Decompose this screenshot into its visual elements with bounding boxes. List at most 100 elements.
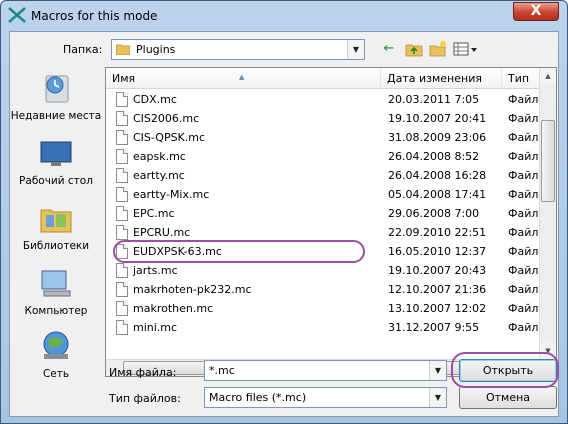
libraries-icon bbox=[40, 209, 72, 233]
sort-ascending-icon: ▲ bbox=[239, 73, 245, 81]
file-name: makrothen.mc bbox=[133, 302, 214, 315]
file-list[interactable]: Имя ▲ Дата изменения Тип CDX.mc 20.03.201… bbox=[105, 67, 557, 377]
file-name: mini.mc bbox=[133, 321, 178, 334]
view-menu-icon[interactable] bbox=[452, 40, 478, 58]
table-row[interactable]: CDX.mc 20.03.2011 7:05 Файл ' bbox=[106, 90, 541, 109]
filetype-label: Тип файлов: bbox=[109, 392, 181, 405]
file-date: 31.12.2007 9:55 bbox=[388, 321, 480, 334]
file-icon bbox=[116, 168, 128, 183]
file-icon bbox=[116, 263, 128, 278]
file-icon bbox=[116, 187, 128, 202]
filename-label: Имя файла: bbox=[109, 366, 177, 379]
chevron-down-icon[interactable]: ▼ bbox=[429, 388, 446, 407]
file-type: Файл ' bbox=[508, 131, 541, 144]
column-header-date[interactable]: Дата изменения bbox=[381, 68, 502, 89]
file-icon bbox=[116, 149, 128, 164]
table-row[interactable]: eartty.mc 26.04.2008 16:28 Файл ' bbox=[106, 166, 541, 185]
file-type: Файл ' bbox=[508, 207, 541, 220]
file-icon bbox=[116, 301, 128, 316]
file-icon bbox=[116, 320, 128, 335]
computer-icon bbox=[41, 270, 71, 297]
file-type: Файл ' bbox=[508, 188, 541, 201]
file-type: Файл ' bbox=[508, 283, 541, 296]
file-name: EPCRU.mc bbox=[133, 226, 191, 239]
place-recent[interactable]: Недавние места bbox=[10, 72, 102, 123]
chevron-down-icon[interactable]: ▼ bbox=[429, 361, 446, 380]
close-button[interactable]: X bbox=[513, 2, 559, 21]
lookin-label: Папка: bbox=[63, 43, 103, 56]
table-row[interactable]: EUDXPSK-63.mc 16.05.2010 12:37 Файл ' bbox=[106, 242, 541, 261]
table-row[interactable]: CIS-QPSK.mc 31.08.2009 23:06 Файл ' bbox=[106, 128, 541, 147]
file-type: Файл ' bbox=[508, 112, 541, 125]
new-folder-icon[interactable] bbox=[428, 40, 448, 58]
file-name: EPC.mc bbox=[133, 207, 175, 220]
file-rows: CDX.mc 20.03.2011 7:05 Файл ' CIS2006.mc 19.… bbox=[106, 90, 541, 360]
filetype-value: Macro files (*.mc) bbox=[209, 391, 307, 404]
file-date: 26.04.2008 8:52 bbox=[388, 150, 480, 163]
file-type: Файл ' bbox=[508, 93, 541, 106]
place-computer[interactable]: Компьютер bbox=[10, 267, 102, 318]
file-name: CIS-QPSK.mc bbox=[133, 131, 206, 144]
recent-places-icon bbox=[45, 75, 69, 103]
folder-icon bbox=[116, 44, 130, 55]
open-button[interactable]: Открыть bbox=[459, 359, 557, 382]
desktop-icon bbox=[40, 141, 72, 166]
file-date: 29.06.2008 7:00 bbox=[388, 207, 480, 220]
column-header-type[interactable]: Тип bbox=[502, 68, 542, 89]
cancel-button[interactable]: Отмена bbox=[459, 386, 557, 409]
file-icon bbox=[116, 206, 128, 221]
file-date: 22.09.2010 22:51 bbox=[388, 226, 487, 239]
app-icon bbox=[8, 7, 26, 23]
place-label: Рабочий стол bbox=[19, 175, 93, 187]
column-header-name[interactable]: Имя ▲ bbox=[106, 68, 381, 89]
table-row[interactable]: CIS2006.mc 19.10.2007 20:41 Файл ' bbox=[106, 109, 541, 128]
file-name: eartty.mc bbox=[133, 169, 185, 182]
file-type: Файл ' bbox=[508, 226, 541, 239]
file-name: CDX.mc bbox=[133, 93, 177, 106]
table-row[interactable]: eapsk.mc 26.04.2008 8:52 Файл ' bbox=[106, 147, 541, 166]
file-date: 19.10.2007 20:41 bbox=[388, 112, 487, 125]
file-date: 20.03.2011 7:05 bbox=[388, 93, 480, 106]
file-type: Файл ' bbox=[508, 321, 541, 334]
table-row[interactable]: EPC.mc 29.06.2008 7:00 Файл ' bbox=[106, 204, 541, 223]
table-row[interactable]: mini.mc 31.12.2007 9:55 Файл ' bbox=[106, 318, 541, 337]
file-date: 31.08.2009 23:06 bbox=[388, 131, 487, 144]
place-network[interactable]: Сеть bbox=[10, 330, 102, 381]
vertical-scrollbar[interactable]: ▲ ▼ bbox=[539, 68, 556, 360]
table-row[interactable]: jarts.mc 19.10.2007 20:43 Файл ' bbox=[106, 261, 541, 280]
lookin-combo[interactable]: Plugins ▼ bbox=[111, 39, 365, 60]
place-label: Компьютер bbox=[24, 305, 88, 317]
title-bar[interactable]: Macros for this mode X bbox=[1, 1, 567, 31]
file-date: 12.10.2007 21:36 bbox=[388, 283, 487, 296]
file-date: 26.04.2008 16:28 bbox=[388, 169, 487, 182]
file-date: 16.05.2010 12:37 bbox=[388, 245, 487, 258]
file-icon bbox=[116, 130, 128, 145]
dialog-window: Macros for this mode X Папка: Plugins ▼ … bbox=[0, 0, 568, 424]
filetype-select[interactable]: Macro files (*.mc) ▼ bbox=[204, 387, 447, 408]
table-row[interactable]: eartty-Mix.mc 05.04.2008 17:41 Файл ' bbox=[106, 185, 541, 204]
table-row[interactable]: makrhoten-pk232.mc 12.10.2007 21:36 Файл ' bbox=[106, 280, 541, 299]
place-libraries[interactable]: Библиотеки bbox=[10, 202, 102, 253]
back-arrow-icon[interactable]: ← bbox=[379, 40, 399, 58]
vertical-scroll-thumb[interactable] bbox=[541, 120, 555, 202]
file-name: EUDXPSK-63.mc bbox=[133, 245, 222, 258]
chevron-down-icon[interactable]: ▼ bbox=[347, 40, 364, 59]
scroll-up-icon[interactable]: ▲ bbox=[540, 68, 556, 85]
file-icon bbox=[116, 282, 128, 297]
file-type: Файл ' bbox=[508, 245, 541, 258]
table-row[interactable]: EPCRU.mc 22.09.2010 22:51 Файл ' bbox=[106, 223, 541, 242]
window-title: Macros for this mode bbox=[31, 9, 158, 23]
up-folder-icon[interactable] bbox=[404, 40, 424, 58]
file-date: 13.10.2007 12:02 bbox=[388, 302, 487, 315]
file-icon bbox=[116, 244, 128, 259]
file-date: 19.10.2007 20:43 bbox=[388, 264, 487, 277]
place-label: Сеть bbox=[42, 368, 70, 380]
file-date: 05.04.2008 17:41 bbox=[388, 188, 487, 201]
file-icon bbox=[116, 225, 128, 240]
scroll-down-icon[interactable]: ▼ bbox=[540, 343, 556, 360]
table-row[interactable]: makrothen.mc 13.10.2007 12:02 Файл ' bbox=[106, 299, 541, 318]
file-type: Файл ' bbox=[508, 264, 541, 277]
list-header: Имя ▲ Дата изменения Тип bbox=[106, 68, 542, 89]
filename-input[interactable]: *.mc ▼ bbox=[204, 360, 447, 381]
place-desktop[interactable]: Рабочий стол bbox=[10, 137, 102, 188]
